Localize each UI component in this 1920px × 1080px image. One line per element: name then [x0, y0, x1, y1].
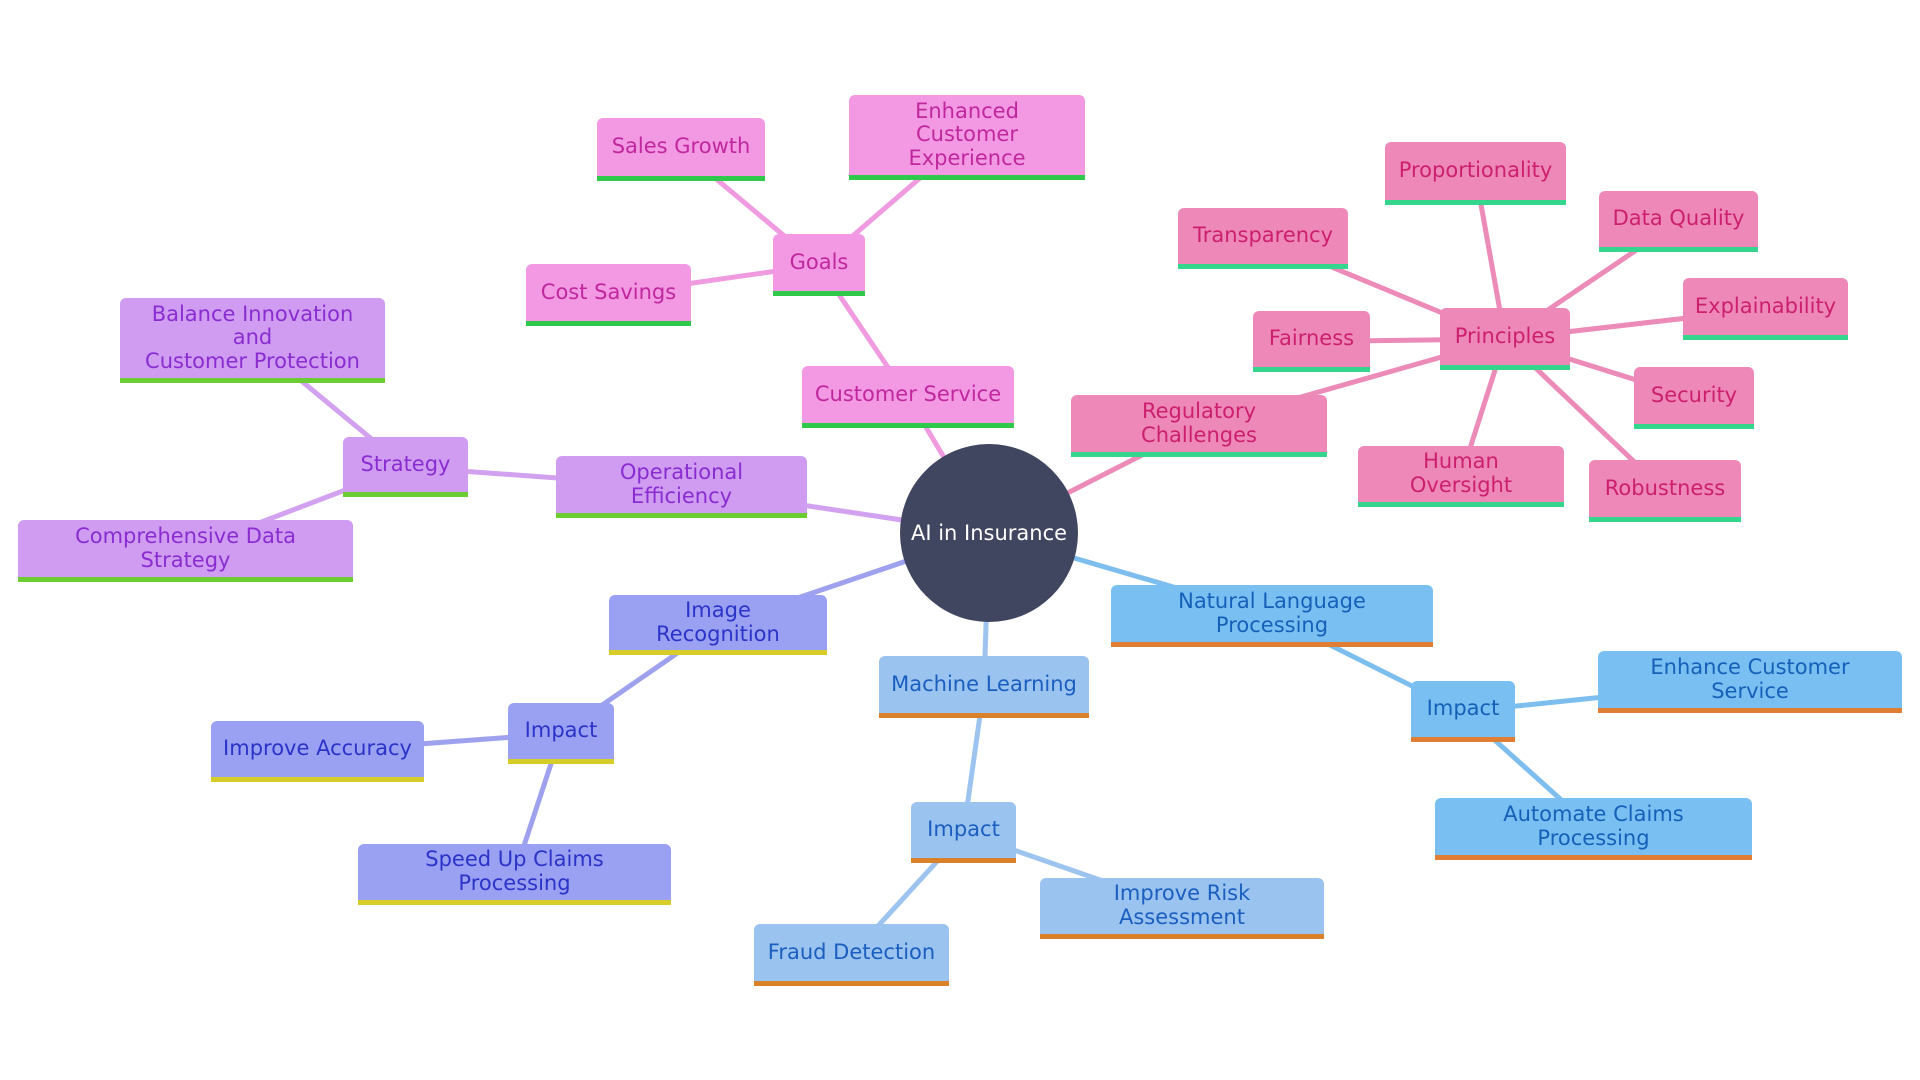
- node-label: Comprehensive Data Strategy: [75, 523, 296, 572]
- node-cs[interactable]: Customer Service: [802, 366, 1014, 428]
- node-label: Explainability: [1694, 293, 1837, 318]
- node-ir_impact[interactable]: Impact: [508, 703, 614, 764]
- node-label: Goals: [789, 249, 849, 274]
- node-label: Data Quality: [1612, 206, 1745, 231]
- node-ml_impact[interactable]: Impact: [911, 802, 1016, 863]
- node-risk[interactable]: Improve Risk Assessment: [1040, 878, 1324, 939]
- node-nlp[interactable]: Natural Language Processing: [1111, 585, 1433, 647]
- mindmap-canvas: AI in Insurance Customer Service Goals Sale…: [0, 0, 1920, 1080]
- node-dataquality[interactable]: Data Quality: [1599, 191, 1758, 252]
- node-ece[interactable]: Enhanced Customer Experience: [849, 95, 1085, 180]
- node-fraud[interactable]: Fraud Detection: [754, 924, 949, 986]
- node-cost[interactable]: Cost Savings: [526, 264, 691, 326]
- node-label: Impact: [1426, 696, 1500, 721]
- node-speed[interactable]: Speed Up Claims Processing: [358, 844, 671, 905]
- node-label: Fairness: [1268, 326, 1355, 351]
- node-robustness[interactable]: Robustness: [1589, 460, 1741, 522]
- node-explainability[interactable]: Explainability: [1683, 278, 1848, 340]
- node-label: Balance Innovation and Customer Protecti…: [145, 301, 360, 373]
- node-principles[interactable]: Principles: [1440, 308, 1570, 370]
- node-acp[interactable]: Automate Claims Processing: [1435, 798, 1752, 860]
- node-nlp_impact[interactable]: Impact: [1411, 681, 1515, 742]
- node-label: Image Recognition: [656, 597, 780, 646]
- node-security[interactable]: Security: [1634, 367, 1754, 429]
- node-label: Enhanced Customer Experience: [908, 98, 1026, 170]
- node-label: Improve Accuracy: [223, 736, 412, 761]
- node-label: Transparency: [1192, 223, 1334, 248]
- node-label: Proportionality: [1398, 158, 1553, 183]
- node-strategy[interactable]: Strategy: [343, 437, 468, 497]
- node-oe[interactable]: Operational Efficiency: [556, 456, 807, 518]
- root-node[interactable]: AI in Insurance: [900, 444, 1078, 622]
- node-label: Machine Learning: [891, 671, 1077, 696]
- node-accuracy[interactable]: Improve Accuracy: [211, 721, 424, 782]
- node-label: Enhance Customer Service: [1650, 654, 1850, 703]
- node-label: Improve Risk Assessment: [1113, 881, 1251, 929]
- node-label: Impact: [524, 718, 598, 743]
- node-label: Automate Claims Processing: [1503, 801, 1684, 850]
- node-label: Customer Service: [814, 381, 1002, 406]
- node-label: Principles: [1454, 323, 1556, 348]
- node-label: Speed Up Claims Processing: [425, 847, 604, 895]
- node-sales[interactable]: Sales Growth: [597, 118, 765, 181]
- node-label: Security: [1650, 382, 1738, 407]
- node-label: Operational Efficiency: [619, 459, 744, 508]
- node-fairness[interactable]: Fairness: [1253, 311, 1370, 372]
- node-ml[interactable]: Machine Learning: [879, 656, 1089, 718]
- root-node-label: AI in Insurance: [910, 521, 1068, 545]
- node-label: Cost Savings: [540, 279, 677, 304]
- node-reg[interactable]: Regulatory Challenges: [1071, 395, 1327, 457]
- node-balance[interactable]: Balance Innovation and Customer Protecti…: [120, 298, 385, 383]
- node-ecs[interactable]: Enhance Customer Service: [1598, 651, 1902, 713]
- node-label: Sales Growth: [611, 134, 751, 159]
- node-goals[interactable]: Goals: [773, 234, 865, 296]
- node-label: Regulatory Challenges: [1141, 398, 1257, 447]
- node-oversight[interactable]: Human Oversight: [1358, 446, 1564, 507]
- node-label: Natural Language Processing: [1178, 588, 1366, 637]
- node-label: Fraud Detection: [767, 939, 936, 964]
- node-label: Robustness: [1604, 475, 1726, 500]
- node-label: Human Oversight: [1409, 449, 1513, 497]
- node-proportionality[interactable]: Proportionality: [1385, 142, 1566, 205]
- node-cds[interactable]: Comprehensive Data Strategy: [18, 520, 353, 582]
- node-label: Strategy: [360, 451, 451, 476]
- node-transparency[interactable]: Transparency: [1178, 208, 1348, 269]
- node-ir[interactable]: Image Recognition: [609, 595, 827, 655]
- node-label: Impact: [927, 817, 1000, 842]
